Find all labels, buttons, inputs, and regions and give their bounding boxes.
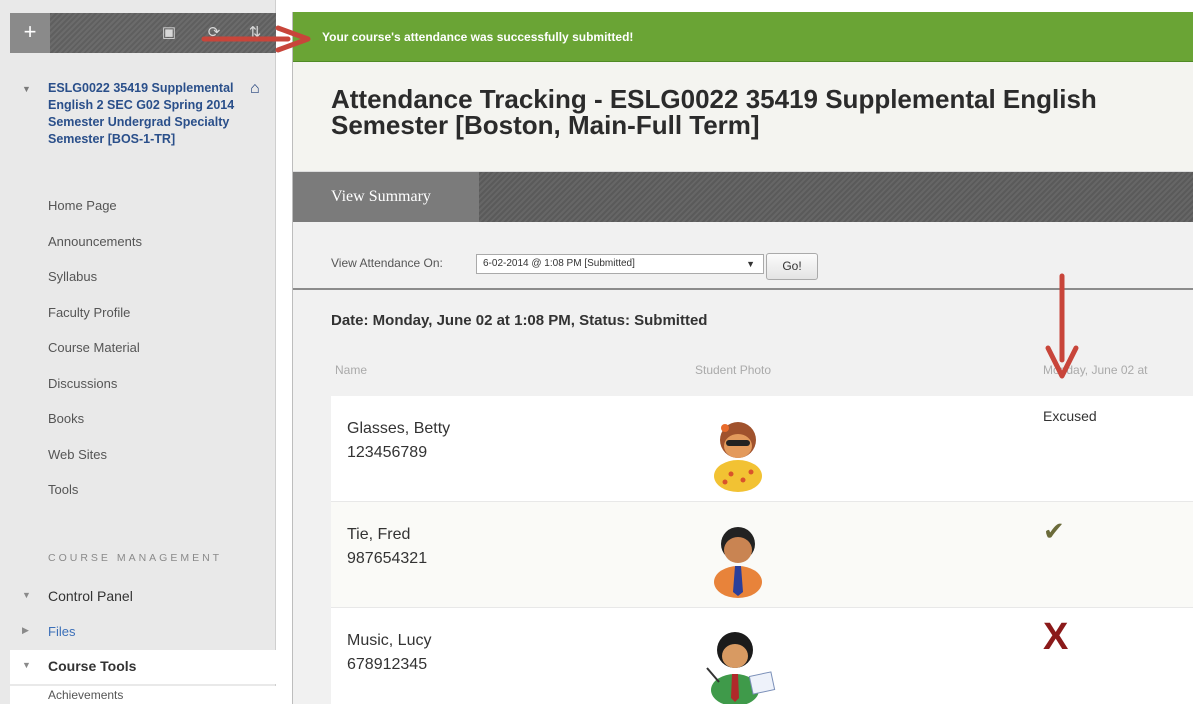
files-section[interactable]: ▶ Files [10,615,276,649]
student-id: 678912345 [347,656,428,673]
action-bar: View Summary [293,172,1193,222]
control-panel-section[interactable]: ▼ Control Panel [10,580,276,614]
view-attendance-label: View Attendance On: [331,256,443,270]
student-name: Glasses, Betty [347,420,451,437]
course-management-heading: COURSE MANAGEMENT [48,552,223,564]
session-select-value: 6-02-2014 @ 1:08 PM [Submitted] [483,258,635,269]
student-name: Music, Lucy [347,632,432,649]
sidebar-item-announcements[interactable]: Announcements [48,232,142,268]
sidebar-item-books[interactable]: Books [48,409,142,445]
collapse-caret-icon[interactable]: ▼ [22,660,31,670]
column-header-photo: Student Photo [695,363,772,377]
sidebar-course-heading[interactable]: ▼ ESLG0022 35419 Supplemental English 2 … [10,78,276,188]
student-id: 987654321 [347,550,428,567]
sort-icon[interactable]: ⇅ [244,22,266,44]
sidebar-item-home-page[interactable]: Home Page [48,196,142,232]
absent-x-icon[interactable]: X [1043,616,1068,659]
folder-view-icon[interactable]: ▣ [158,22,180,44]
home-icon[interactable]: ⌂ [250,80,260,98]
success-message: Your course's attendance was successfull… [322,30,634,44]
attendance-status-excused[interactable]: Excused [1043,408,1097,424]
collapse-caret-icon[interactable]: ▼ [22,84,31,94]
expand-caret-icon[interactable]: ▶ [22,625,29,636]
tab-view-summary[interactable]: View Summary [293,172,479,222]
page-header: Attendance Tracking - ESLG0022 35419 Sup… [293,62,1193,172]
sidebar-item-web-sites[interactable]: Web Sites [48,445,142,481]
course-tools-label: Course Tools [48,658,137,674]
sidebar-item-tools[interactable]: Tools [48,480,142,516]
sidebar-item-syllabus[interactable]: Syllabus [48,267,142,303]
table-row: Glasses, Betty 123456789 Excused [331,396,1193,502]
course-tools-section[interactable]: ▼ Course Tools [10,650,276,684]
date-status-heading: Date: Monday, June 02 at 1:08 PM, Status… [331,312,708,329]
column-header-attendance[interactable]: Monday, June 02 at [1043,363,1148,377]
sidebar-item-course-material[interactable]: Course Material [48,338,142,374]
sidebar-item-discussions[interactable]: Discussions [48,374,142,410]
sidebar-item-achievements[interactable]: Achievements [10,686,276,704]
student-id: 123456789 [347,444,428,461]
course-title-link[interactable]: ESLG0022 35419 Supplemental English 2 SE… [48,80,248,148]
student-avatar-icon [714,422,762,492]
files-label[interactable]: Files [48,624,75,639]
course-menu: Home Page Announcements Syllabus Faculty… [48,196,142,516]
collapse-caret-icon[interactable]: ▼ [22,590,31,600]
session-select[interactable]: 6-02-2014 @ 1:08 PM [Submitted] ▼ [476,254,764,274]
present-check-icon[interactable]: ✔ [1043,516,1065,547]
student-name: Tie, Fred [347,526,411,543]
dropdown-arrow-icon[interactable]: ▼ [746,255,755,273]
student-avatar-icon [706,632,776,704]
sidebar-item-faculty-profile[interactable]: Faculty Profile [48,303,142,339]
control-panel-label: Control Panel [48,588,133,604]
go-button[interactable]: Go! [766,253,818,280]
sidebar-toolbar: + ▣ ⟳ ⇅ [10,13,276,53]
add-menu-item-button[interactable]: + [10,13,50,53]
divider [293,288,1193,290]
student-avatar-icon [714,527,762,598]
column-header-name[interactable]: Name [335,363,367,377]
table-row: Music, Lucy 678912345 X [331,608,1193,704]
achievements-label: Achievements [48,688,124,702]
refresh-icon[interactable]: ⟳ [203,22,225,44]
course-sidebar: + ▣ ⟳ ⇅ ▼ ESLG0022 35419 Supplemental En… [0,0,276,704]
table-row: Tie, Fred 987654321 ✔ [331,502,1193,608]
page-title: Attendance Tracking - ESLG0022 35419 Sup… [331,84,1097,140]
success-banner: Your course's attendance was successfull… [293,12,1193,62]
main-content: Your course's attendance was successfull… [292,12,1193,704]
